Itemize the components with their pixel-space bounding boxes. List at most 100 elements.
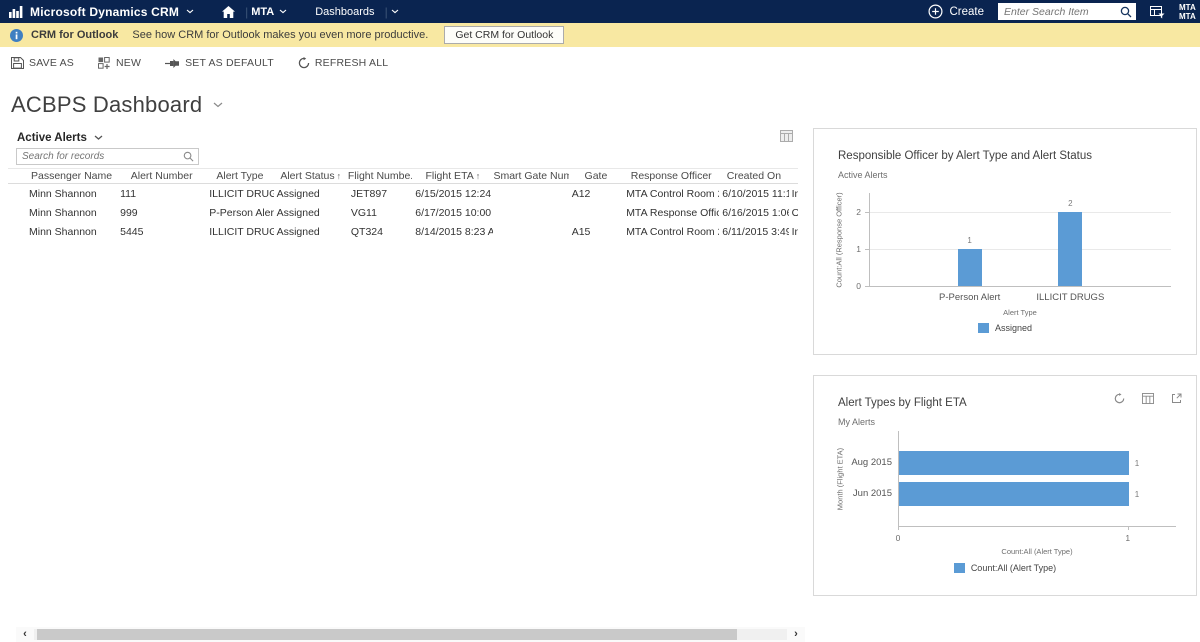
bar-P-Person Alert[interactable]	[957, 248, 982, 286]
column-header[interactable]: Response Officer	[623, 170, 719, 182]
pin-icon	[165, 58, 180, 68]
x-tick-label: 0	[895, 533, 901, 543]
brand-title[interactable]: Microsoft Dynamics CRM	[30, 5, 179, 19]
chart-alert-types: Alert Types by Flight ETA My Alerts 1 Aug…	[813, 375, 1197, 596]
x-axis-title: Alert Type	[1003, 308, 1037, 317]
table-row[interactable]: Minn Shannon 5445 ILLICIT DRUGSAssigned QT3…	[8, 222, 798, 241]
y-axis-title: Month (Flight ETA)	[835, 447, 845, 510]
y-tick-label: 1	[856, 243, 861, 254]
search-icon[interactable]	[1120, 6, 1132, 18]
new-button[interactable]: NEW	[97, 57, 141, 69]
active-alerts-title[interactable]: Active Alerts	[17, 132, 103, 144]
table-cell: A12	[571, 187, 591, 200]
bar-Aug 2015[interactable]	[899, 450, 1129, 475]
y-tick-label: 0	[856, 281, 861, 291]
chart2-canvas: 1 Aug 2015 1 Jun 2015 0 1 Count:All (Alert Typ…	[814, 376, 1196, 595]
alerts-table: Passenger Name Alert Number Alert Type Aler…	[8, 168, 798, 241]
global-search	[998, 3, 1136, 20]
bar-value-label: 2	[1068, 198, 1073, 208]
column-header[interactable]: Flight ETA ↑	[412, 170, 493, 182]
table-cell: JET897	[350, 187, 388, 200]
scrollbar-thumb[interactable]	[37, 629, 738, 640]
refresh-all-button[interactable]: REFRESH ALL	[298, 57, 388, 69]
set-as-default-label: SET AS DEFAULT	[185, 57, 274, 69]
y-category-label: Aug 2015	[851, 456, 892, 468]
records-search-icon[interactable]	[183, 151, 194, 162]
nav-item-mta[interactable]: MTA	[251, 6, 287, 18]
table-cell: Minn Shannon	[29, 206, 97, 219]
scroll-left-button[interactable]: ‹	[16, 627, 34, 642]
alerts-title-chevron-icon	[94, 135, 103, 140]
get-crm-outlook-button[interactable]: Get CRM for Outlook	[444, 26, 565, 44]
bar-ILLICIT DRUGS[interactable]	[1058, 211, 1083, 286]
column-header[interactable]: Alert Status ↑	[274, 170, 348, 182]
column-header[interactable]: Passenger Name	[26, 170, 117, 182]
create-button-label: Create	[949, 5, 984, 18]
table-cell: ILLICIT DRUGS	[209, 225, 274, 238]
sort-ascending-icon: ↑	[475, 171, 481, 181]
scroll-right-button[interactable]: ›	[787, 627, 805, 642]
refresh-all-label: REFRESH ALL	[314, 57, 389, 69]
bar-Jun 2015[interactable]	[899, 482, 1129, 507]
chart-responsible-officer: Responsible Officer by Alert Type and Al…	[813, 128, 1197, 355]
legend-label: Assigned	[994, 323, 1033, 333]
banner-message: See how CRM for Outlook makes you even m…	[132, 29, 429, 41]
nav-divider: |	[384, 4, 388, 19]
column-header[interactable]: Created On	[719, 170, 788, 182]
nav-item-dashboards[interactable]: Dashboards	[315, 6, 374, 18]
legend-label: Count:All (Alert Type)	[970, 563, 1057, 573]
table-row[interactable]: Minn Shannon 111 ILLICIT DRUGSAssigned JET8…	[8, 184, 798, 203]
info-icon	[10, 28, 23, 42]
account-info[interactable]: MTA MTA	[1179, 3, 1200, 21]
table-row[interactable]: Minn Shannon 999 P-Person Alert Assigned VG1…	[8, 203, 798, 222]
account-line2: MTA	[1179, 11, 1196, 21]
column-header[interactable]: Smart Gate Number	[493, 170, 568, 182]
column-header[interactable]: Gate	[569, 170, 623, 182]
set-as-default-button[interactable]: SET AS DEFAULT	[165, 57, 274, 69]
x-tick-mark	[898, 526, 899, 530]
table-cell: Inwa...	[791, 187, 798, 200]
y-category-label: Jun 2015	[852, 488, 892, 500]
advanced-find-icon[interactable]	[1150, 5, 1165, 19]
home-icon[interactable]	[222, 5, 236, 18]
column-header[interactable]: Alert Number	[117, 170, 206, 182]
column-header[interactable]: Flight Numbe...	[348, 170, 412, 182]
dynamics-logo-icon[interactable]	[9, 5, 23, 18]
y-axis-line	[898, 431, 899, 526]
y-axis-line	[869, 193, 870, 286]
table-cell: 6/10/2015 11:1...	[722, 187, 788, 200]
page-title-chevron-icon[interactable]	[213, 102, 223, 108]
account-line1: MTA	[1179, 2, 1196, 12]
records-search	[16, 148, 199, 165]
dashboards-chevron-icon[interactable]	[391, 9, 399, 14]
table-cell: Assigned	[276, 187, 320, 200]
grid-view-icon[interactable]	[780, 130, 793, 142]
table-cell: Minn Shannon	[29, 187, 97, 200]
plus-circle-icon	[928, 4, 943, 19]
table-cell: QT324	[350, 225, 383, 238]
bar-value-label: 1	[967, 235, 972, 245]
gridline	[869, 248, 1171, 250]
table-cell: MTA Response Officer 2	[626, 206, 720, 219]
x-tick-mark	[1127, 526, 1129, 530]
page-title: ACBPS Dashboard	[11, 92, 203, 117]
horizontal-scrollbar: ‹ ›	[16, 627, 805, 642]
nav-item-mta-label: MTA	[251, 5, 275, 18]
gridline	[869, 211, 1171, 213]
create-button[interactable]: Create	[928, 4, 984, 19]
scrollbar-track[interactable]	[34, 629, 787, 640]
mta-chevron-icon	[279, 9, 287, 14]
command-bar: SAVE AS NEW SET AS DEFAULT REFRESH ALL	[0, 47, 1200, 79]
table-cell: Assigned	[276, 225, 320, 238]
global-search-input[interactable]	[1004, 5, 1120, 18]
records-search-input[interactable]	[22, 151, 183, 162]
refresh-icon	[298, 57, 310, 69]
x-tick-label: 1	[1125, 533, 1131, 543]
column-header[interactable]: M...	[789, 170, 798, 182]
column-header[interactable]: Alert Type	[206, 170, 273, 182]
brand-chevron-icon[interactable]	[186, 9, 194, 14]
table-cell: 6/17/2015 10:00 AM	[415, 206, 493, 219]
save-as-button[interactable]: SAVE AS	[11, 57, 74, 69]
table-cell: 6/16/2015 1:06...	[722, 206, 788, 219]
bar-value-label: 1	[1134, 458, 1140, 468]
